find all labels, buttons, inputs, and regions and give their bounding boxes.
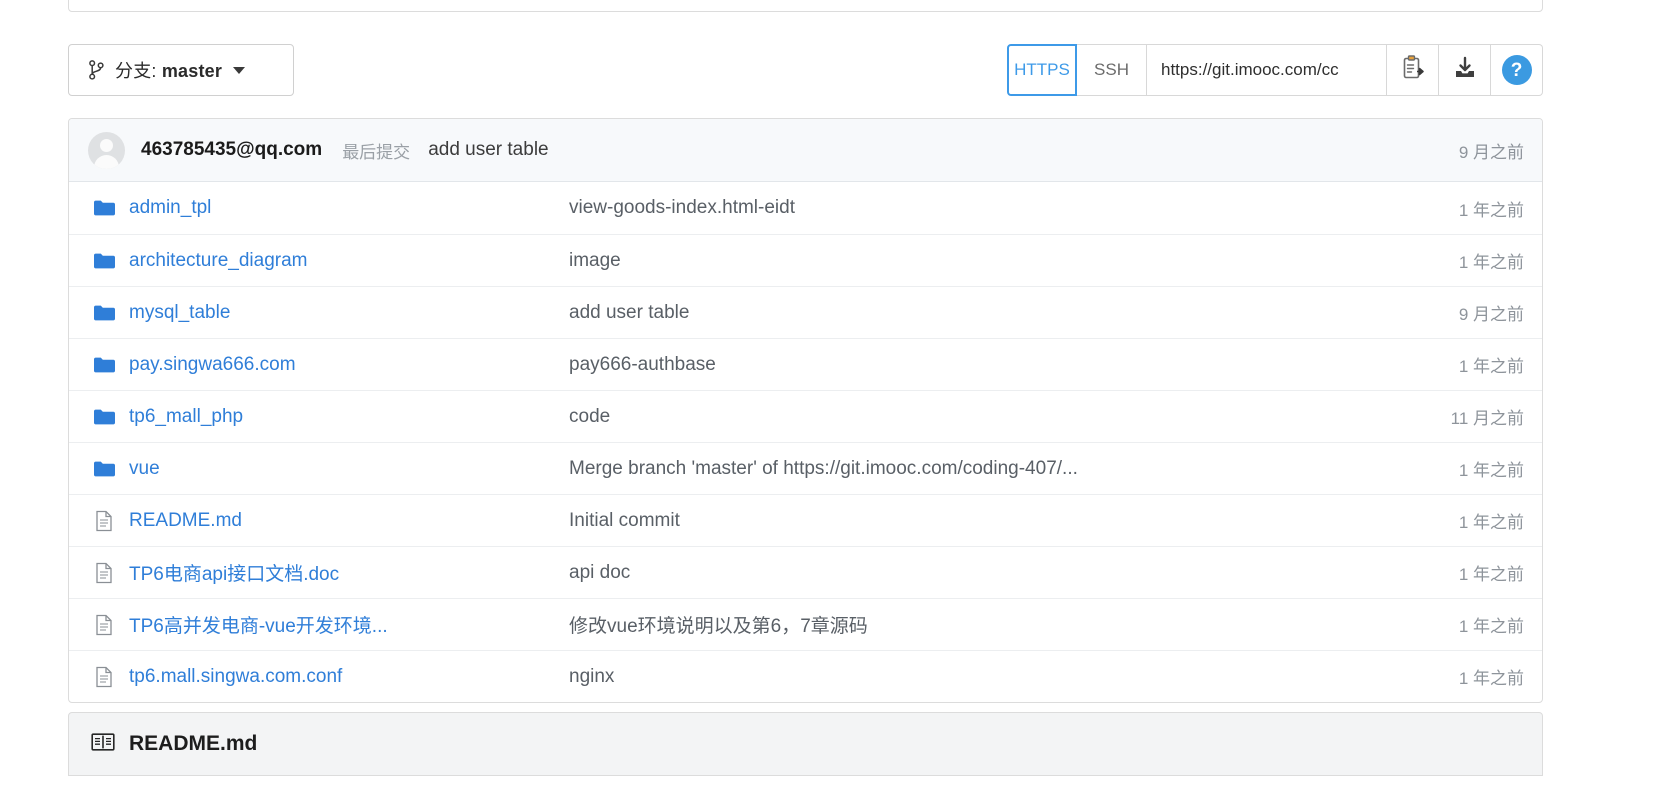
table-row[interactable]: architecture_diagram image 1 年之前 xyxy=(69,234,1542,286)
file-time: 11 月之前 xyxy=(1450,409,1524,428)
file-name-link[interactable]: admin_tpl xyxy=(129,197,569,219)
file-time: 9 月之前 xyxy=(1458,305,1524,324)
table-row[interactable]: pay.singwa666.com pay666-authbase 1 年之前 xyxy=(69,338,1542,390)
clone-url-group: HTTPS SSH https://git.imooc.com/cc ? xyxy=(1007,44,1543,96)
copy-url-button[interactable] xyxy=(1387,44,1439,96)
repository-file-browser: 分支: master HTTPS SSH https://git.imooc.c… xyxy=(0,0,1661,810)
protocol-tab-ssh[interactable]: SSH xyxy=(1077,44,1147,96)
file-name-link[interactable]: mysql_table xyxy=(129,302,569,324)
file-commit-message: api doc xyxy=(569,561,631,583)
file-time: 1 年之前 xyxy=(1458,461,1524,480)
file-commit-message: nginx xyxy=(569,665,615,687)
panel-above-cutoff xyxy=(68,0,1543,12)
file-name-link[interactable]: tp6_mall_php xyxy=(129,406,569,428)
file-time: 1 年之前 xyxy=(1458,565,1524,584)
file-name-link[interactable]: TP6高并发电商-vue开发环境... xyxy=(129,611,569,638)
file-commit-message: pay666-authbase xyxy=(569,353,716,375)
file-name-link[interactable]: README.md xyxy=(129,510,569,532)
file-time: 1 年之前 xyxy=(1458,513,1524,532)
file-name-link[interactable]: vue xyxy=(129,458,569,480)
table-row[interactable]: mysql_table add user table 9 月之前 xyxy=(69,286,1542,338)
branch-prefix-label: 分支: xyxy=(115,61,162,81)
file-icon xyxy=(93,562,115,584)
file-name-link[interactable]: architecture_diagram xyxy=(129,250,569,272)
book-icon xyxy=(91,732,115,757)
readme-header: README.md xyxy=(69,713,1542,775)
download-icon xyxy=(1453,56,1477,85)
repo-toolbar: 分支: master HTTPS SSH https://git.imooc.c… xyxy=(68,44,1543,96)
file-name-link[interactable]: TP6电商api接口文档.doc xyxy=(129,559,569,586)
branch-selector-button[interactable]: 分支: master xyxy=(68,44,294,96)
help-button[interactable]: ? xyxy=(1491,44,1543,96)
commit-author[interactable]: 463785435@qq.com xyxy=(141,139,322,161)
table-row[interactable]: admin_tpl view-goods-index.html-eidt 1 年… xyxy=(69,182,1542,234)
branch-name-label: master xyxy=(161,61,223,81)
table-row[interactable]: tp6.mall.singwa.com.conf nginx 1 年之前 xyxy=(69,650,1542,702)
chevron-down-icon xyxy=(233,66,246,74)
readme-panel: README.md xyxy=(68,712,1543,776)
file-commit-message: 修改vue环境说明以及第6，7章源码 xyxy=(569,616,868,637)
commit-time: 9 月之前 xyxy=(1458,142,1524,162)
file-time: 1 年之前 xyxy=(1458,357,1524,376)
clone-url-input[interactable]: https://git.imooc.com/cc xyxy=(1147,44,1387,96)
file-time: 1 年之前 xyxy=(1458,200,1524,220)
file-commit-message: Merge branch 'master' of https://git.imo… xyxy=(569,457,1078,479)
file-commit-message: image xyxy=(569,249,621,271)
file-name-link[interactable]: pay.singwa666.com xyxy=(129,354,569,376)
folder-icon xyxy=(93,304,115,322)
file-icon xyxy=(93,614,115,636)
table-row[interactable]: TP6高并发电商-vue开发环境... 修改vue环境说明以及第6，7章源码 1… xyxy=(69,598,1542,650)
table-row[interactable]: TP6电商api接口文档.doc api doc 1 年之前 xyxy=(69,546,1542,598)
table-row[interactable]: README.md Initial commit 1 年之前 xyxy=(69,494,1542,546)
folder-icon xyxy=(93,252,115,270)
folder-icon xyxy=(93,199,115,217)
help-circle-icon: ? xyxy=(1501,55,1532,85)
file-time: 1 年之前 xyxy=(1458,669,1524,688)
file-icon xyxy=(93,510,115,532)
file-list-panel: 463785435@qq.com 最后提交 add user table 9 月… xyxy=(68,118,1543,703)
folder-icon xyxy=(93,356,115,374)
latest-commit-header: 463785435@qq.com 最后提交 add user table 9 月… xyxy=(69,119,1542,182)
file-name-link[interactable]: tp6.mall.singwa.com.conf xyxy=(129,666,569,688)
file-time: 1 年之前 xyxy=(1458,253,1524,272)
protocol-tab-https[interactable]: HTTPS xyxy=(1007,44,1077,96)
file-time: 1 年之前 xyxy=(1458,617,1524,636)
file-rows: admin_tpl view-goods-index.html-eidt 1 年… xyxy=(69,182,1542,702)
file-commit-message: view-goods-index.html-eidt xyxy=(569,197,795,218)
folder-icon xyxy=(93,408,115,426)
file-icon xyxy=(93,666,115,688)
readme-title: README.md xyxy=(129,732,258,755)
last-commit-label: 最后提交 xyxy=(342,142,411,162)
commit-message[interactable]: add user table xyxy=(428,139,548,161)
folder-icon xyxy=(93,460,115,478)
file-commit-message: code xyxy=(569,405,611,427)
table-row[interactable]: vue Merge branch 'master' of https://git… xyxy=(69,442,1542,494)
download-zip-button[interactable] xyxy=(1439,44,1491,96)
table-row[interactable]: tp6_mall_php code 11 月之前 xyxy=(69,390,1542,442)
file-commit-message: Initial commit xyxy=(569,509,680,531)
branch-icon xyxy=(89,60,104,80)
file-commit-message: add user table xyxy=(569,301,690,323)
clipboard-copy-icon xyxy=(1401,54,1425,86)
user-avatar-icon xyxy=(88,131,125,169)
